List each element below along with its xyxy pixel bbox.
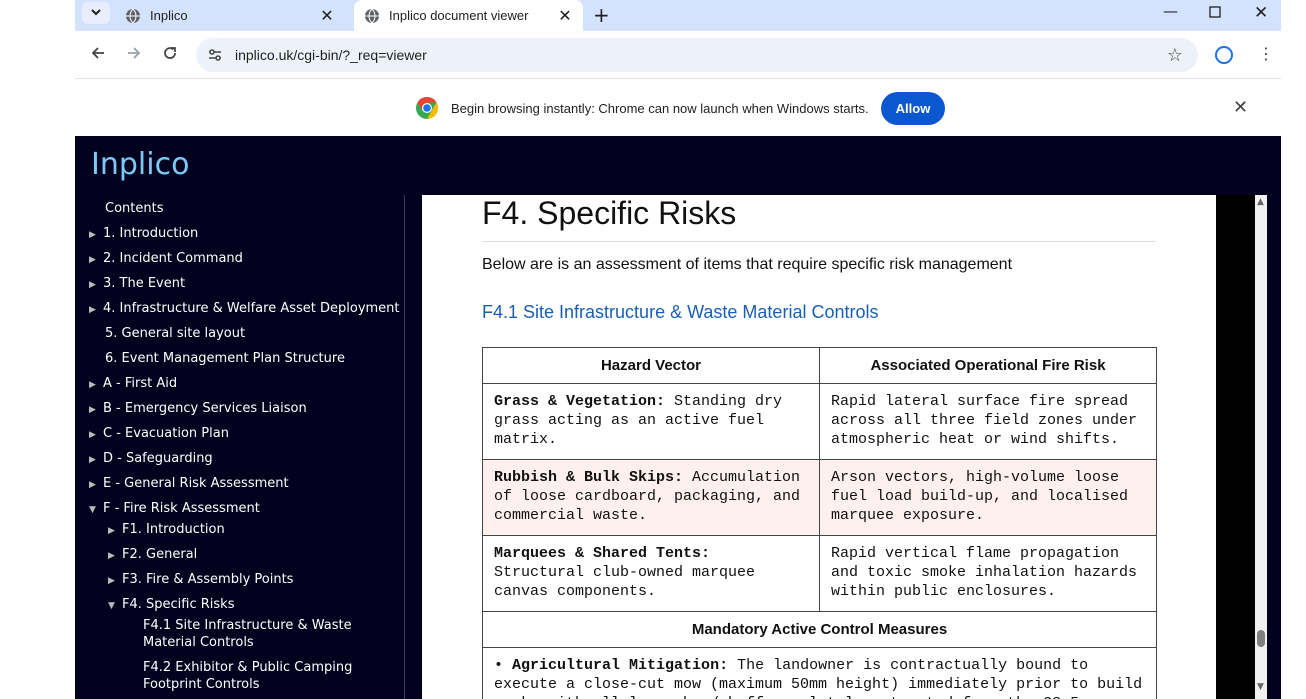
nav-item[interactable]: ▶ 2. Incident Command bbox=[89, 251, 243, 266]
scrollbar[interactable]: ▲ ▼ bbox=[1255, 195, 1267, 699]
site-logo[interactable]: Inplico bbox=[91, 147, 189, 182]
close-icon[interactable]: ✕ bbox=[317, 6, 337, 26]
nav-item[interactable]: ▶ C - Evacuation Plan bbox=[89, 426, 229, 441]
nav-item[interactable]: ▶ B - Emergency Services Liaison bbox=[89, 401, 307, 416]
intro-text: Below are is an assessment of items that… bbox=[482, 256, 1013, 273]
table-row: Grass & Vegetation: Standing dry grass a… bbox=[482, 383, 1157, 460]
url-text: inplico.uk/cgi-bin/?_req=viewer bbox=[235, 47, 427, 63]
tab-inplico[interactable]: Inplico ✕ bbox=[115, 0, 345, 31]
tune-icon[interactable] bbox=[207, 47, 223, 63]
chevron-down-icon bbox=[90, 6, 102, 21]
triangle-right-icon[interactable]: ▶ bbox=[89, 255, 103, 265]
infobar: Begin browsing instantly: Chrome can now… bbox=[75, 78, 1281, 136]
tab-strip: Inplico ✕ Inplico document viewer ✕ + — … bbox=[75, 0, 1281, 31]
risk-table: Hazard Vector Associated Operational Fir… bbox=[482, 347, 1157, 699]
tab-title: Inplico document viewer bbox=[389, 8, 529, 23]
reload-icon[interactable] bbox=[162, 45, 178, 66]
triangle-up-icon[interactable]: ▲ bbox=[1257, 197, 1264, 207]
hazard-cell: Grass & Vegetation: Standing dry grass a… bbox=[482, 383, 820, 460]
risk-cell: Rapid lateral surface fire spread across… bbox=[819, 383, 1157, 460]
address-bar[interactable]: inplico.uk/cgi-bin/?_req=viewer ☆ bbox=[196, 38, 1198, 72]
arrow-left-icon[interactable] bbox=[90, 45, 106, 66]
triangle-right-icon[interactable]: ▶ bbox=[89, 280, 103, 290]
close-icon[interactable]: ✕ bbox=[1254, 3, 1268, 23]
tab-document-viewer[interactable]: Inplico document viewer ✕ bbox=[354, 0, 583, 31]
page-title: F4. Specific Risks bbox=[482, 195, 737, 231]
table-subheader-row: Mandatory Active Control Measures bbox=[482, 611, 1157, 648]
triangle-right-icon[interactable]: ▶ bbox=[89, 455, 103, 465]
triangle-down-icon[interactable]: ▼ bbox=[89, 505, 103, 515]
tab-title: Inplico bbox=[150, 8, 188, 23]
nav-item[interactable]: ▶ 3. The Event bbox=[89, 276, 185, 291]
risk-cell: Rapid vertical flame propagation and tox… bbox=[819, 535, 1157, 612]
nav-subitem[interactable]: ▼ F4. Specific Risks bbox=[108, 597, 234, 612]
nav-item[interactable]: ▶ E - General Risk Assessment bbox=[89, 476, 289, 491]
document-viewer: F4. Specific Risks Below are is an asses… bbox=[422, 195, 1216, 699]
nav-item[interactable]: 6. Event Management Plan Structure bbox=[105, 351, 345, 366]
triangle-right-icon[interactable]: ▶ bbox=[89, 230, 103, 240]
triangle-right-icon[interactable]: ▶ bbox=[89, 430, 103, 440]
arrow-right-icon[interactable] bbox=[126, 45, 142, 66]
hazard-cell: Marquees & Shared Tents: Structural club… bbox=[482, 535, 820, 612]
table-row: Rubbish & Bulk Skips: Accumulation of lo… bbox=[482, 459, 1157, 536]
nav-item[interactable]: ▶ D - Safeguarding bbox=[89, 451, 213, 466]
section-heading: F4.1 Site Infrastructure & Waste Materia… bbox=[482, 302, 879, 322]
triangle-right-icon[interactable]: ▶ bbox=[89, 405, 103, 415]
control-measure-cell: • Agricultural Mitigation: The landowner… bbox=[482, 647, 1157, 699]
nav-subsection-link[interactable]: F4.2 Exhibitor & Public Camping Footprin… bbox=[143, 659, 383, 693]
nav-subitem[interactable]: ▶ F2. General bbox=[108, 547, 197, 562]
table-row: • Agricultural Mitigation: The landowner… bbox=[482, 647, 1157, 699]
nav-item[interactable]: ▼ F - Fire Risk Assessment bbox=[89, 501, 260, 516]
allow-button[interactable]: Allow bbox=[881, 92, 945, 125]
browser-window: Inplico ✕ Inplico document viewer ✕ + — … bbox=[75, 0, 1281, 699]
nav-item[interactable]: ▶ 1. Introduction bbox=[89, 226, 198, 241]
star-icon[interactable]: ☆ bbox=[1167, 45, 1183, 66]
column-header: Associated Operational Fire Risk bbox=[819, 347, 1157, 384]
globe-icon bbox=[126, 8, 140, 23]
sidebar-nav: Contents ▶ 1. Introduction ▶ 2. Incident C… bbox=[75, 195, 405, 699]
divider bbox=[482, 241, 1156, 242]
globe-icon bbox=[365, 8, 379, 23]
nav-contents[interactable]: Contents bbox=[105, 201, 163, 216]
browser-toolbar: inplico.uk/cgi-bin/?_req=viewer ☆ ⋮ bbox=[75, 31, 1281, 78]
scroll-thumb[interactable] bbox=[1257, 630, 1265, 647]
close-icon[interactable]: ✕ bbox=[1233, 97, 1248, 118]
hazard-cell: Rubbish & Bulk Skips: Accumulation of lo… bbox=[482, 459, 820, 536]
nav-item[interactable]: 5. General site layout bbox=[105, 326, 245, 341]
tab-search-button[interactable] bbox=[82, 2, 110, 24]
nav-subitem[interactable]: ▶ F1. Introduction bbox=[108, 522, 225, 537]
triangle-right-icon[interactable]: ▶ bbox=[89, 305, 103, 315]
maximize-icon[interactable] bbox=[1209, 4, 1221, 22]
chrome-logo-icon bbox=[416, 97, 438, 119]
nav-subsection-link[interactable]: F4.1 Site Infrastructure & Waste Materia… bbox=[143, 617, 383, 651]
minimize-icon[interactable]: — bbox=[1163, 2, 1178, 20]
triangle-down-icon[interactable]: ▼ bbox=[108, 601, 122, 611]
triangle-right-icon[interactable]: ▶ bbox=[108, 576, 122, 586]
plus-icon[interactable]: + bbox=[593, 3, 610, 27]
account-icon[interactable] bbox=[1215, 46, 1233, 64]
triangle-right-icon[interactable]: ▶ bbox=[108, 526, 122, 536]
viewer-gutter bbox=[1216, 195, 1255, 699]
more-vert-icon[interactable]: ⋮ bbox=[1258, 44, 1274, 63]
nav-item[interactable]: ▶ 4. Infrastructure & Welfare Asset Deplo… bbox=[89, 301, 400, 316]
triangle-down-icon[interactable]: ▼ bbox=[1257, 682, 1264, 692]
risk-cell: Arson vectors, high-volume loose fuel lo… bbox=[819, 459, 1157, 536]
page-edge bbox=[1267, 195, 1281, 699]
controls-header: Mandatory Active Control Measures bbox=[482, 611, 1157, 648]
infobar-message: Begin browsing instantly: Chrome can now… bbox=[451, 101, 869, 116]
table-header-row: Hazard Vector Associated Operational Fir… bbox=[482, 347, 1157, 384]
close-icon[interactable]: ✕ bbox=[555, 6, 575, 26]
triangle-right-icon[interactable]: ▶ bbox=[108, 551, 122, 561]
table-row: Marquees & Shared Tents: Structural club… bbox=[482, 535, 1157, 612]
column-header: Hazard Vector bbox=[482, 347, 820, 384]
triangle-right-icon[interactable]: ▶ bbox=[89, 380, 103, 390]
nav-item[interactable]: ▶ A - First Aid bbox=[89, 376, 177, 391]
page: Inplico Contents ▶ 1. Introduction ▶ 2. In… bbox=[75, 136, 1281, 699]
triangle-right-icon[interactable]: ▶ bbox=[89, 480, 103, 490]
nav-subitem[interactable]: ▶ F3. Fire & Assembly Points bbox=[108, 572, 293, 587]
